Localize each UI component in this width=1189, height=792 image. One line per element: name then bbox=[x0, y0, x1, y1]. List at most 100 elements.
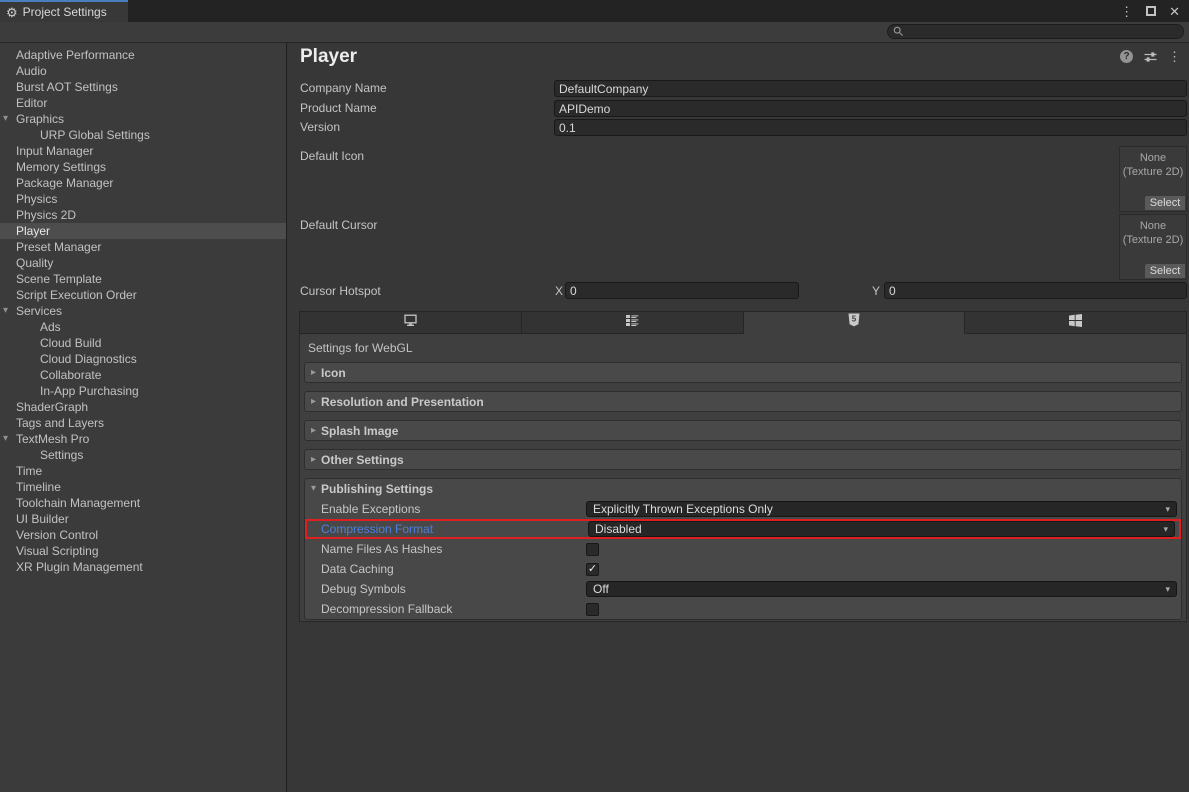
sidebar-item-label: Editor bbox=[16, 96, 47, 110]
sidebar-item-ads[interactable]: Ads bbox=[0, 319, 286, 335]
sidebar-item-physics-2d[interactable]: Physics 2D bbox=[0, 207, 286, 223]
select-button[interactable]: Select bbox=[1145, 196, 1185, 210]
section-header-other-settings[interactable]: ▸Other Settings bbox=[304, 449, 1182, 470]
window-menu-icon[interactable]: ⋮ bbox=[1120, 5, 1133, 18]
sidebar-item-label: Ads bbox=[40, 320, 61, 334]
hotspot-x-field[interactable] bbox=[565, 282, 799, 299]
foldout-open-icon[interactable]: ▾ bbox=[3, 431, 8, 447]
version-field[interactable] bbox=[554, 119, 1187, 136]
sidebar-item-cloud-diagnostics[interactable]: Cloud Diagnostics bbox=[0, 351, 286, 367]
gear-icon: ⚙ bbox=[6, 6, 18, 19]
object-field-type: (Texture 2D) bbox=[1123, 234, 1184, 246]
sidebar-item-shadergraph[interactable]: ShaderGraph bbox=[0, 399, 286, 415]
dropdown-value: Explicitly Thrown Exceptions Only bbox=[593, 502, 773, 516]
sidebar-item-audio[interactable]: Audio bbox=[0, 63, 286, 79]
sidebar-item-memory-settings[interactable]: Memory Settings bbox=[0, 159, 286, 175]
sidebar-item-package-manager[interactable]: Package Manager bbox=[0, 175, 286, 191]
hotspot-y-label: Y bbox=[872, 283, 880, 300]
sidebar-item-label: UI Builder bbox=[16, 512, 69, 526]
setting-row-compression-format: Compression FormatDisabled▾ bbox=[305, 519, 1181, 539]
sidebar-item-preset-manager[interactable]: Preset Manager bbox=[0, 239, 286, 255]
search-input[interactable] bbox=[887, 24, 1184, 39]
help-icon[interactable]: ? bbox=[1120, 50, 1133, 63]
platform-tab-windows-store[interactable] bbox=[965, 311, 1187, 334]
setting-label: Debug Symbols bbox=[321, 582, 586, 596]
sidebar-item-label: XR Plugin Management bbox=[16, 560, 143, 574]
sidebar-item-timeline[interactable]: Timeline bbox=[0, 479, 286, 495]
platform-tab-standalone[interactable] bbox=[299, 311, 522, 334]
sidebar-item-label: Scene Template bbox=[16, 272, 102, 286]
sidebar-item-label: Cloud Build bbox=[40, 336, 101, 350]
data-caching-checkbox[interactable]: ✓ bbox=[586, 563, 599, 576]
platform-tab-dedicated-server[interactable] bbox=[522, 311, 744, 334]
sidebar-item-player[interactable]: Player bbox=[0, 223, 286, 239]
sidebar-item-quality[interactable]: Quality bbox=[0, 255, 286, 271]
sidebar-item-time[interactable]: Time bbox=[0, 463, 286, 479]
sidebar-item-burst-aot-settings[interactable]: Burst AOT Settings bbox=[0, 79, 286, 95]
sidebar-item-settings[interactable]: Settings bbox=[0, 447, 286, 463]
sidebar-item-urp-global-settings[interactable]: URP Global Settings bbox=[0, 127, 286, 143]
sidebar-item-adaptive-performance[interactable]: Adaptive Performance bbox=[0, 47, 286, 63]
hotspot-y-field[interactable] bbox=[884, 282, 1187, 299]
default-cursor-label: Default Cursor bbox=[300, 217, 377, 234]
section-title: Publishing Settings bbox=[321, 482, 433, 496]
sidebar-item-label: Time bbox=[16, 464, 42, 478]
sidebar-item-label: ShaderGraph bbox=[16, 400, 88, 414]
default-cursor-object-field[interactable]: None (Texture 2D) Select bbox=[1119, 214, 1187, 280]
decompression-fallback-checkbox[interactable] bbox=[586, 603, 599, 616]
product-name-field[interactable] bbox=[554, 100, 1187, 117]
sidebar-item-label: Quality bbox=[16, 256, 53, 270]
sidebar-item-services[interactable]: ▾Services bbox=[0, 303, 286, 319]
sidebar-item-label: Graphics bbox=[16, 112, 64, 126]
section-header-splash-image[interactable]: ▸Splash Image bbox=[304, 420, 1182, 441]
window-tab-project-settings[interactable]: ⚙ Project Settings bbox=[0, 0, 128, 22]
section-title: Splash Image bbox=[321, 424, 398, 438]
sidebar-item-label: Toolchain Management bbox=[16, 496, 140, 510]
page-title: Player bbox=[300, 46, 357, 68]
sidebar-item-tags-and-layers[interactable]: Tags and Layers bbox=[0, 415, 286, 431]
sidebar-item-cloud-build[interactable]: Cloud Build bbox=[0, 335, 286, 351]
sidebar-item-input-manager[interactable]: Input Manager bbox=[0, 143, 286, 159]
sidebar-item-graphics[interactable]: ▾ Graphics bbox=[0, 111, 286, 127]
sidebar-item-label: TextMesh Pro bbox=[16, 432, 89, 446]
sidebar-item-scene-template[interactable]: Scene Template bbox=[0, 271, 286, 287]
sidebar-item-ui-builder[interactable]: UI Builder bbox=[0, 511, 286, 527]
sidebar-item-editor[interactable]: Editor bbox=[0, 95, 286, 111]
cursor-hotspot-label: Cursor Hotspot bbox=[300, 283, 381, 300]
sidebar-item-script-execution-order[interactable]: Script Execution Order bbox=[0, 287, 286, 303]
dropdown-value: Disabled bbox=[595, 522, 642, 536]
foldout-open-icon[interactable]: ▾ bbox=[3, 303, 8, 319]
section-header-resolution-and-presentation[interactable]: ▸Resolution and Presentation bbox=[304, 391, 1182, 412]
product-name-label: Product Name bbox=[300, 100, 377, 117]
object-field-value: None bbox=[1140, 152, 1166, 164]
object-field-value: None bbox=[1140, 220, 1166, 232]
section-title: Resolution and Presentation bbox=[321, 395, 484, 409]
default-icon-object-field[interactable]: None (Texture 2D) Select bbox=[1119, 146, 1187, 212]
sidebar-item-version-control[interactable]: Version Control bbox=[0, 527, 286, 543]
sidebar-item-collaborate[interactable]: Collaborate bbox=[0, 367, 286, 383]
sidebar-item-xr-plugin-management[interactable]: XR Plugin Management bbox=[0, 559, 286, 575]
publishing-settings-header[interactable]: ▾ Publishing Settings bbox=[305, 479, 1181, 499]
debug-symbols-dropdown[interactable]: Off▾ bbox=[586, 581, 1177, 597]
section-header-icon[interactable]: ▸Icon bbox=[304, 362, 1182, 383]
compression-format-dropdown[interactable]: Disabled▾ bbox=[588, 521, 1175, 537]
sidebar-item-label: Script Execution Order bbox=[16, 288, 137, 302]
sidebar-item-physics[interactable]: Physics bbox=[0, 191, 286, 207]
sidebar-item-label: Collaborate bbox=[40, 368, 101, 382]
close-icon[interactable]: ✕ bbox=[1169, 5, 1180, 18]
name-files-as-hashes-checkbox[interactable] bbox=[586, 543, 599, 556]
sidebar-item-in-app-purchasing[interactable]: In-App Purchasing bbox=[0, 383, 286, 399]
sidebar-item-visual-scripting[interactable]: Visual Scripting bbox=[0, 543, 286, 559]
select-button[interactable]: Select bbox=[1145, 264, 1185, 278]
window-toolbar bbox=[0, 22, 1189, 43]
more-options-icon[interactable]: ⋮ bbox=[1168, 50, 1181, 63]
platform-tab-webgl[interactable]: 5 bbox=[744, 311, 966, 334]
maximize-icon[interactable] bbox=[1146, 6, 1156, 16]
enable-exceptions-dropdown[interactable]: Explicitly Thrown Exceptions Only▾ bbox=[586, 501, 1177, 517]
foldout-open-icon[interactable]: ▾ bbox=[3, 111, 8, 127]
sidebar-item-textmesh-pro[interactable]: ▾ TextMesh Pro bbox=[0, 431, 286, 447]
presets-icon[interactable] bbox=[1144, 51, 1157, 63]
publishing-settings-section: ▾ Publishing Settings Enable ExceptionsE… bbox=[304, 478, 1182, 620]
company-name-field[interactable] bbox=[554, 80, 1187, 97]
sidebar-item-toolchain-management[interactable]: Toolchain Management bbox=[0, 495, 286, 511]
